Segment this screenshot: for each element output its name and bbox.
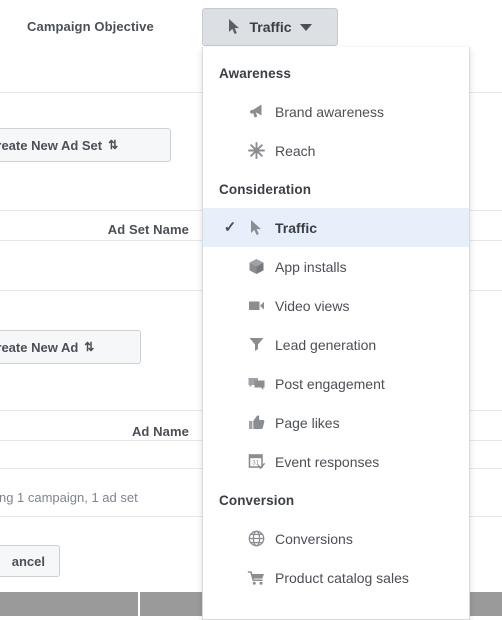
campaign-objective-dropdown-button[interactable]: Traffic	[202, 8, 338, 46]
ad-name-label: Ad Name	[131, 424, 189, 439]
menu-item-label: Event responses	[275, 453, 380, 470]
menu-item-label: Traffic	[275, 219, 318, 236]
ad-set-select-value: Create New Ad Set	[0, 137, 103, 153]
menu-group-conversion: Conversion	[219, 492, 295, 508]
bottom-bar-divider	[138, 592, 140, 616]
funnel-icon	[241, 335, 271, 354]
thumbs-up-icon	[241, 413, 271, 432]
calendar-check-icon: 31	[241, 452, 271, 471]
menu-item-brand-awareness[interactable]: Brand awareness	[203, 92, 469, 131]
speech-bubbles-icon	[241, 374, 271, 393]
menu-item-label: Video views	[275, 297, 350, 314]
menu-item-label: Conversions	[275, 530, 353, 547]
menu-item-label: Page likes	[275, 414, 340, 431]
menu-item-label: Post engagement	[275, 375, 385, 392]
megaphone-icon	[241, 102, 271, 121]
cube-icon	[241, 257, 271, 276]
cursor-arrow-icon	[241, 219, 271, 236]
check-icon: ✓	[223, 219, 237, 236]
cursor-arrow-icon	[228, 18, 241, 35]
menu-item-reach[interactable]: Reach	[203, 131, 469, 170]
menu-item-product-catalog-sales[interactable]: Product catalog sales	[203, 558, 469, 597]
menu-item-traffic[interactable]: ✓ Traffic	[203, 208, 469, 247]
menu-item-label: Product catalog sales	[275, 569, 409, 586]
menu-item-post-engagement[interactable]: Post engagement	[203, 364, 469, 403]
campaign-objective-menu[interactable]: Awareness Brand awareness Reach Consider…	[202, 47, 470, 620]
menu-group-consideration: Consideration	[219, 181, 312, 197]
chevron-down-icon	[299, 23, 312, 31]
up-down-arrows-icon: ⇅	[108, 138, 119, 152]
menu-group-awareness: Awareness	[219, 65, 291, 81]
menu-item-event-responses[interactable]: 31 Event responses	[203, 442, 469, 481]
menu-item-label: Brand awareness	[275, 103, 384, 120]
up-down-arrows-icon: ⇅	[84, 340, 95, 354]
ad-select-value: Create New Ad	[0, 339, 79, 355]
menu-item-conversions[interactable]: Conversions	[203, 519, 469, 558]
video-camera-icon	[241, 296, 271, 315]
menu-item-label: Reach	[275, 142, 316, 159]
cancel-button[interactable]: ancel	[0, 545, 60, 577]
campaign-objective-label: Campaign Objective	[27, 19, 154, 34]
menu-item-page-likes[interactable]: Page likes	[203, 403, 469, 442]
creation-status-text: eating 1 campaign, 1 ad set	[0, 490, 138, 505]
ad-set-name-label: Ad Set Name	[107, 222, 189, 237]
globe-icon	[241, 529, 271, 548]
campaign-create-form: Campaign Objective Ad Set Name Ad Name C…	[0, 0, 502, 620]
starburst-icon	[241, 141, 271, 160]
ad-set-select[interactable]: Create New Ad Set ⇅	[0, 128, 171, 162]
menu-item-lead-generation[interactable]: Lead generation	[203, 325, 469, 364]
menu-item-app-installs[interactable]: App installs	[203, 247, 469, 286]
menu-item-video-views[interactable]: Video views	[203, 286, 469, 325]
shopping-cart-icon	[241, 568, 271, 587]
menu-item-label: App installs	[275, 258, 347, 275]
menu-item-label: Lead generation	[275, 336, 377, 353]
objective-button-label: Traffic	[249, 19, 292, 35]
ad-select[interactable]: Create New Ad ⇅	[0, 330, 141, 364]
